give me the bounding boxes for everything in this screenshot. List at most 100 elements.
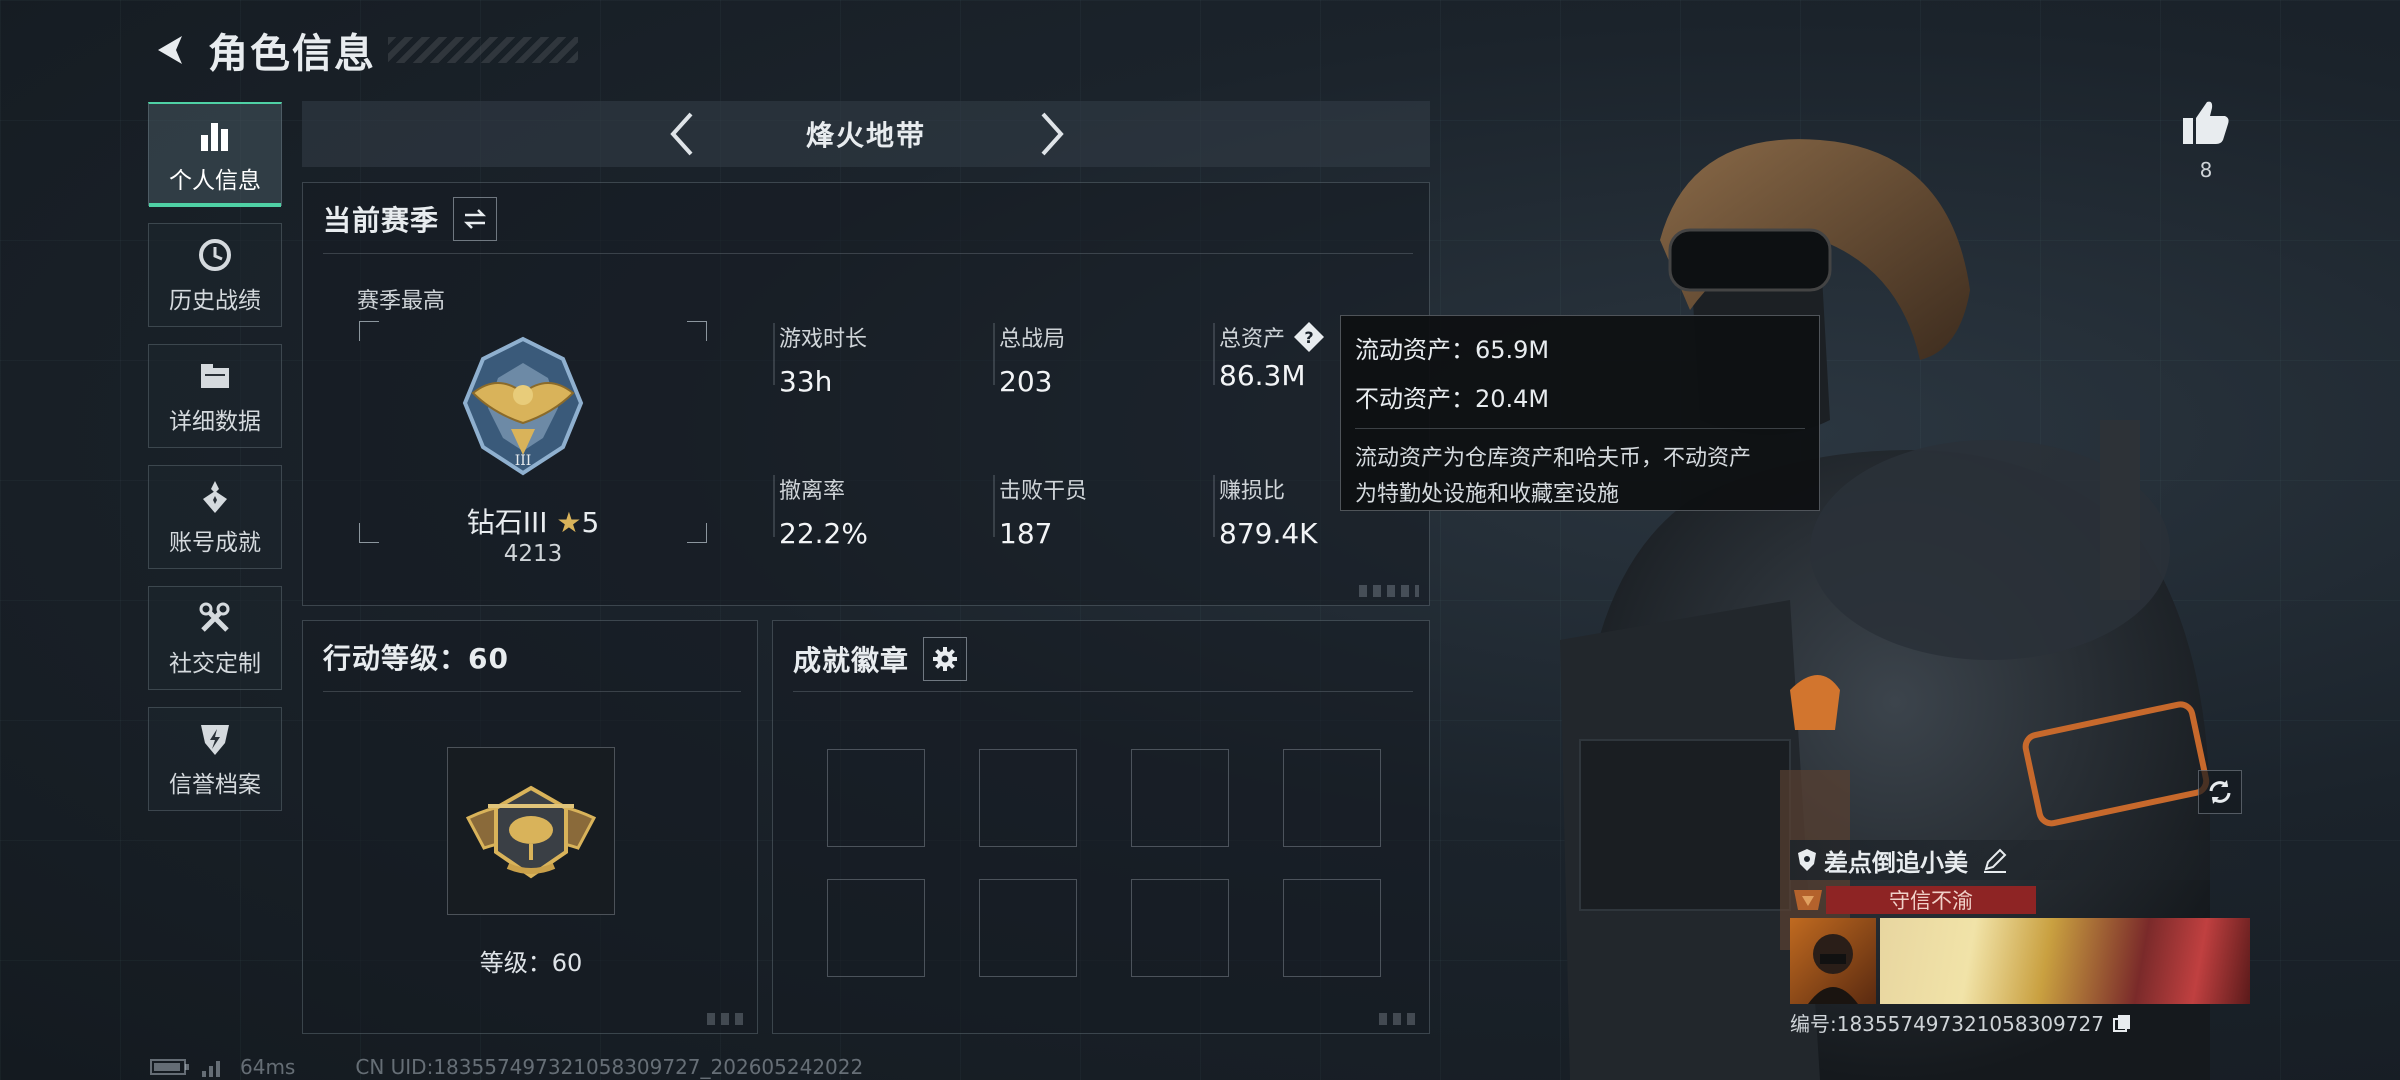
nav-label: 历史战绩 — [169, 288, 261, 314]
achievement-icon — [195, 477, 235, 517]
next-mode-button[interactable] — [1022, 104, 1082, 164]
season-panel: 当前赛季 赛季最高 III 钻石III ★5 4213 游戏时长 33h 总战局 — [302, 182, 1430, 606]
nav-item-achievements[interactable]: 账号成就 — [148, 465, 282, 569]
rank-name: 钻石III — [466, 506, 548, 539]
page-title: 角色信息 — [208, 31, 376, 77]
stat-label: 赚损比 — [1219, 479, 1286, 504]
divider — [323, 253, 1413, 254]
avatar[interactable] — [1790, 918, 1876, 1004]
badge-slot[interactable] — [827, 749, 925, 847]
svg-text:III: III — [515, 453, 532, 469]
season-title: 当前赛季 — [323, 204, 440, 237]
nav-item-personal-info[interactable]: 个人信息 — [148, 102, 282, 207]
uid-text: CN UID:1835574973210583097​27_2026052420… — [355, 1055, 864, 1079]
badge-slot[interactable] — [979, 879, 1077, 977]
card-images — [1790, 918, 2250, 1004]
character-card: 差点倒追小美 守信不渝 编号:1835574973210583097​27 — [1790, 840, 2250, 1037]
stat-profit-loss-ratio: 赚损比 879.4K — [1213, 473, 1318, 550]
edit-icon[interactable] — [1982, 847, 2008, 873]
badge-slot[interactable] — [1131, 879, 1229, 977]
stat-value: 187 — [999, 517, 1053, 550]
season-switch-button[interactable] — [453, 197, 498, 241]
stat-value: 203 — [999, 365, 1053, 398]
helicopter-emblem-icon — [465, 785, 597, 879]
refresh-icon — [2209, 780, 2231, 804]
like-button[interactable]: 8 — [2178, 98, 2234, 182]
gear-icon — [933, 647, 958, 671]
folder-icon — [195, 356, 235, 396]
back-button[interactable] — [148, 28, 192, 72]
panel-corner-decoration — [707, 1013, 747, 1025]
chevron-right-icon — [1041, 112, 1064, 156]
page-header: 角色信息 — [148, 22, 578, 78]
badge-slot[interactable] — [827, 879, 925, 977]
assets-tooltip: 流动资产：65.9M 不动资产：20.4M 流动资产为仓库资产和哈夫币，不动资产… — [1340, 315, 1820, 511]
nav-label: 信誉档案 — [169, 772, 261, 798]
battery-icon — [150, 1059, 189, 1075]
rank-line: 钻石III ★5 — [359, 501, 707, 541]
stat-label: 总资产 — [1219, 327, 1286, 352]
help-icon[interactable]: ? — [1293, 321, 1325, 353]
history-icon — [195, 235, 235, 275]
rotate-character-button[interactable] — [2198, 770, 2242, 814]
name-card-banner[interactable] — [1880, 918, 2250, 1004]
rank-score: 4213 — [503, 541, 563, 567]
level-text: 等级：60 — [479, 949, 583, 977]
stat-label: 游戏时长 — [779, 327, 868, 352]
nav-item-history[interactable]: 历史战绩 — [148, 223, 282, 327]
tooltip-description-line-1: 流动资产为仓库资产和哈夫币，不动资产 — [1355, 446, 1752, 471]
status-footer: 64ms CN UID:1835574973210583097​27_20260… — [150, 1054, 863, 1080]
stat-value: 22.2% — [779, 517, 868, 550]
stat-label: 撤离率 — [779, 479, 846, 504]
copy-icon[interactable] — [2112, 1013, 2132, 1033]
svg-text:?: ? — [1304, 328, 1313, 347]
stat-value: 86.3M — [1219, 359, 1306, 392]
title-row: 守信不渝 — [1790, 886, 2250, 914]
character-id-row: 编号:1835574973210583097​27 — [1790, 1008, 2250, 1037]
badge-slot[interactable] — [1283, 879, 1381, 977]
nav-item-reputation[interactable]: 信誉档案 — [148, 707, 282, 811]
mode-title: 烽火地带 — [805, 119, 926, 152]
divider — [1355, 428, 1805, 429]
nav-label: 详细数据 — [169, 409, 261, 435]
stat-operators-defeated: 击败干员 187 — [993, 473, 1087, 550]
action-level-emblem-frame — [447, 747, 615, 915]
nav-label: 账号成就 — [169, 530, 261, 556]
nav-label: 社交定制 — [169, 651, 261, 677]
achievement-panel: 成就徽章 — [772, 620, 1430, 1034]
stat-label: 总战局 — [999, 327, 1066, 352]
stat-value: 879.4K — [1219, 517, 1318, 550]
character-name: 差点倒追小美 — [1824, 848, 1968, 877]
swap-icon — [463, 209, 487, 229]
mode-selector: 烽火地带 — [302, 101, 1430, 167]
divider — [793, 691, 1413, 692]
panel-corner-decoration — [1359, 585, 1419, 597]
tooltip-description-line-2: 为特勤处设施和收藏室设施 — [1355, 482, 1620, 507]
badge-slot[interactable] — [1283, 749, 1381, 847]
side-navigation: 个人信息 历史战绩 详细数据 账号成就 社交定制 信誉档案 — [148, 102, 284, 828]
achievement-settings-button[interactable] — [923, 637, 968, 681]
nav-label: 个人信息 — [169, 167, 261, 194]
thumbs-up-icon — [2183, 101, 2229, 144]
chevron-left-icon — [670, 112, 693, 156]
bar-chart-icon — [195, 115, 235, 155]
title-badge-icon — [1794, 890, 1822, 910]
back-arrow-icon — [158, 36, 182, 64]
divider — [323, 691, 741, 692]
stat-value: 33h — [779, 365, 833, 398]
season-best-label: 赛季最高 — [357, 289, 446, 314]
prev-mode-button[interactable] — [652, 104, 712, 164]
stat-extraction-rate: 撤离率 22.2% — [773, 473, 868, 550]
stat-play-time: 游戏时长 33h — [773, 321, 868, 398]
rank-stars: 5 — [581, 506, 600, 539]
signal-icon — [202, 1061, 220, 1077]
panel-corner-decoration — [1379, 1013, 1419, 1025]
badge-slot[interactable] — [1131, 749, 1229, 847]
badge-slot[interactable] — [979, 749, 1077, 847]
nav-item-social-custom[interactable]: 社交定制 — [148, 586, 282, 690]
like-count: 8 — [2199, 158, 2213, 182]
stat-total-assets: 总资产 ? 86.3M — [1213, 321, 1325, 392]
character-name-row: 差点倒追小美 — [1790, 840, 2250, 880]
shield-icon — [1798, 849, 1816, 871]
nav-item-detail-data[interactable]: 详细数据 — [148, 344, 282, 448]
